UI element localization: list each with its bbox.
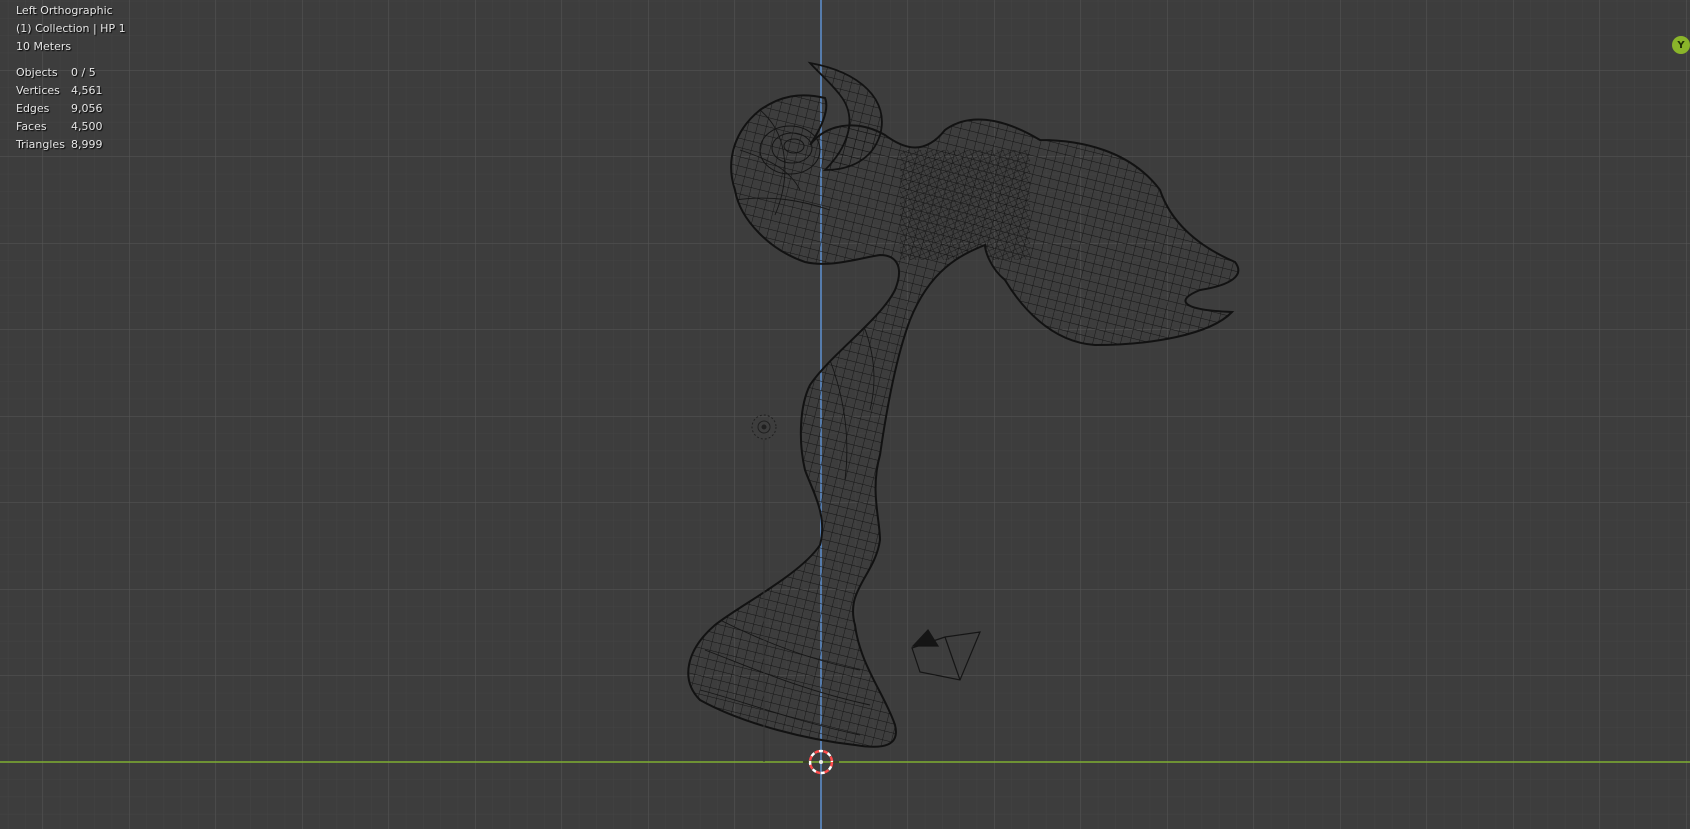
collection-label: (1) Collection | HP 1: [16, 22, 126, 35]
stat-row-vertices: Vertices 4,561: [16, 84, 103, 97]
navigation-gizmo-y-axis[interactable]: Y: [1672, 36, 1690, 54]
stat-row-faces: Faces 4,500: [16, 120, 103, 133]
viewport-canvas[interactable]: [0, 0, 1690, 829]
scene-statistics: Objects 0 / 5 Vertices 4,561 Edges 9,056 Fa…: [16, 64, 126, 154]
stat-row-edges: Edges 9,056: [16, 102, 103, 115]
stat-row-triangles: Triangles 8,999: [16, 138, 103, 151]
grid-scale-label: 10 Meters: [16, 40, 72, 53]
view-name: Left Orthographic: [16, 4, 113, 17]
viewport-info-overlay: Left Orthographic (1) Collection | HP 1 …: [16, 2, 126, 154]
stat-row-objects: Objects 0 / 5: [16, 66, 96, 79]
3d-viewport[interactable]: Left Orthographic (1) Collection | HP 1 …: [0, 0, 1690, 829]
